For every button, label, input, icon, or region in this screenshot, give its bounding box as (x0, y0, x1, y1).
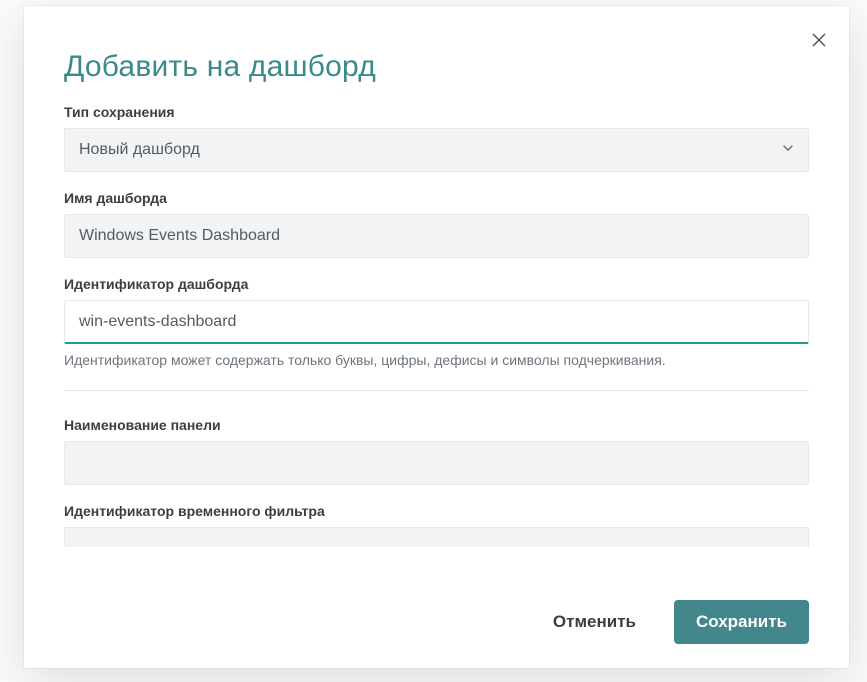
cancel-button[interactable]: Отменить (531, 600, 658, 644)
dashboard-name-input[interactable] (64, 214, 809, 258)
modal-title: Добавить на дашборд (64, 50, 809, 84)
panel-name-row: Наименование панели (64, 417, 809, 485)
save-type-label: Тип сохранения (64, 104, 809, 120)
save-button[interactable]: Сохранить (674, 600, 809, 644)
dashboard-id-row: Идентификатор дашборда Идентификатор мож… (64, 276, 809, 368)
time-filter-id-input[interactable] (64, 527, 809, 547)
close-icon (811, 32, 827, 53)
section-divider (64, 390, 809, 391)
dashboard-name-row: Имя дашборда (64, 190, 809, 258)
close-button[interactable] (807, 30, 831, 54)
dashboard-id-input[interactable] (64, 300, 809, 344)
modal-header: Добавить на дашборд (24, 6, 849, 84)
panel-name-label: Наименование панели (64, 417, 809, 433)
time-filter-id-row: Идентификатор временного фильтра (64, 503, 809, 547)
dashboard-name-label: Имя дашборда (64, 190, 809, 206)
panel-name-input[interactable] (64, 441, 809, 485)
save-type-row: Тип сохранения (64, 104, 809, 172)
modal-body: Тип сохранения Имя дашборда Идентификато… (24, 84, 849, 582)
dashboard-id-label: Идентификатор дашборда (64, 276, 809, 292)
time-filter-id-label: Идентификатор временного фильтра (64, 503, 809, 519)
save-type-select-wrap (64, 128, 809, 172)
save-type-select[interactable] (64, 128, 809, 172)
modal-footer: Отменить Сохранить (24, 582, 849, 668)
add-to-dashboard-modal: Добавить на дашборд Тип сохранения Имя д… (24, 6, 849, 668)
dashboard-id-help: Идентификатор может содержать только бук… (64, 352, 809, 368)
